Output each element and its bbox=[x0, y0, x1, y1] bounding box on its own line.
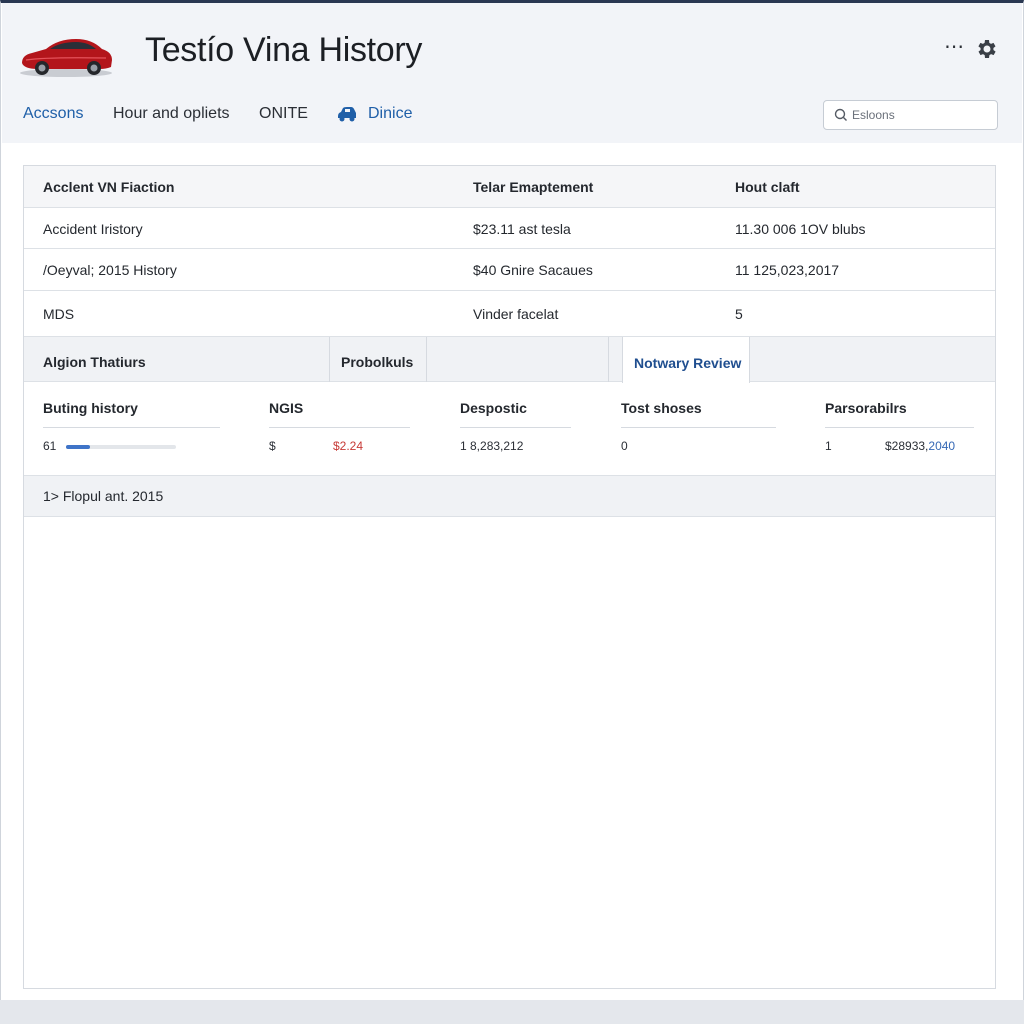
table-cell: MDS bbox=[43, 306, 75, 322]
table-cell: 5 bbox=[735, 306, 743, 322]
search-input[interactable] bbox=[852, 108, 992, 122]
tab-notwary-review[interactable]: Notwary Review bbox=[622, 337, 750, 383]
column-header[interactable]: Acclent VN Fiaction bbox=[43, 179, 174, 195]
app-header: Testío Vina History ⋯ Accsons Hour and … bbox=[2, 3, 1022, 143]
stat-value: 0 bbox=[621, 439, 628, 453]
stat-value-main: $28933, bbox=[885, 439, 929, 453]
table-cell: /Oeyval; 2015 History bbox=[43, 262, 177, 278]
stat-value-prefix: 1 bbox=[825, 439, 832, 453]
tab-algion-thatiurs[interactable]: Algion Thatiurs bbox=[24, 337, 330, 382]
nav-item-accsons[interactable]: Accsons bbox=[23, 105, 83, 123]
column-header[interactable]: Telar Emaptement bbox=[473, 179, 593, 195]
red-car-logo bbox=[20, 39, 112, 77]
page-title: Testío Vina History bbox=[145, 31, 423, 69]
progress-fill bbox=[66, 445, 91, 449]
table-cell: 11.30 006 1OV blubs bbox=[735, 221, 866, 237]
expandable-row-label: 1> Flopul ant. 2015 bbox=[43, 488, 164, 504]
search-box[interactable] bbox=[823, 100, 998, 130]
stat-value: $2.24 bbox=[333, 439, 364, 453]
stat-label: Tost shoses bbox=[621, 400, 776, 428]
car-icon bbox=[338, 107, 356, 122]
tab-label: Notwary Review bbox=[634, 355, 742, 371]
tab-probolkuls[interactable]: Probolkuls bbox=[330, 337, 427, 382]
stat-value-prefix: $ bbox=[269, 439, 276, 453]
nav-item-hour-and-opliets[interactable]: Hour and opliets bbox=[113, 105, 230, 123]
app-window: Testío Vina History ⋯ Accsons Hour and … bbox=[0, 0, 1024, 1020]
tab-label: Algion Thatiurs bbox=[43, 354, 146, 370]
stat-label: Despostic bbox=[460, 400, 571, 428]
table-cell: Accident Iristory bbox=[43, 221, 143, 237]
stat-value: $28933,2040 bbox=[885, 439, 955, 453]
table-row[interactable]: /Oeyval; 2015 History $40 Gnire Sacaues … bbox=[24, 249, 995, 291]
table-row[interactable]: MDS Vinder facelat 5 bbox=[24, 291, 995, 337]
section-tabs: Algion Thatiurs Probolkuls Notwary Revie… bbox=[24, 337, 995, 383]
buting-history-progress bbox=[66, 445, 176, 449]
bottom-strip bbox=[0, 1000, 1024, 1024]
table-cell: $40 Gnire Sacaues bbox=[473, 262, 593, 278]
nav-item-dinice-label: Dinice bbox=[368, 105, 413, 122]
nav-item-dinice[interactable]: Dinice bbox=[336, 105, 412, 123]
tab-label: Probolkuls bbox=[341, 354, 414, 370]
nav-item-onite[interactable]: ONITE bbox=[259, 105, 308, 123]
stat-label: Parsorabilrs bbox=[825, 400, 974, 428]
table-header: Acclent VN Fiaction Telar Emaptement Hou… bbox=[24, 166, 995, 208]
table-row[interactable]: Accident Iristory $23.11 ast tesla 11.30… bbox=[24, 208, 995, 249]
stat-label: NGIS bbox=[269, 400, 410, 428]
table-cell: $23.11 ast tesla bbox=[473, 221, 571, 237]
column-header[interactable]: Hout claft bbox=[735, 179, 800, 195]
stat-value: 1 8,283,212 bbox=[460, 439, 524, 453]
gear-icon[interactable] bbox=[974, 37, 998, 61]
stat-label: Buting history bbox=[43, 400, 220, 428]
stat-value: 61 bbox=[43, 439, 57, 453]
vehicle-history-panel: Acclent VN Fiaction Telar Emaptement Hou… bbox=[23, 165, 996, 989]
expandable-row[interactable]: 1> Flopul ant. 2015 bbox=[24, 476, 995, 517]
table-cell: Vinder facelat bbox=[473, 306, 559, 322]
stat-value-accent: 2040 bbox=[928, 439, 956, 453]
stats-section: Buting history 61 NGIS $ $2.24 Despostic… bbox=[24, 382, 995, 476]
content-area bbox=[24, 517, 995, 988]
table-cell: 11 125,023,2017 bbox=[735, 262, 840, 278]
more-dots-icon[interactable]: ⋯ bbox=[944, 37, 964, 57]
search-icon bbox=[834, 108, 847, 121]
tab-empty[interactable] bbox=[427, 337, 609, 382]
